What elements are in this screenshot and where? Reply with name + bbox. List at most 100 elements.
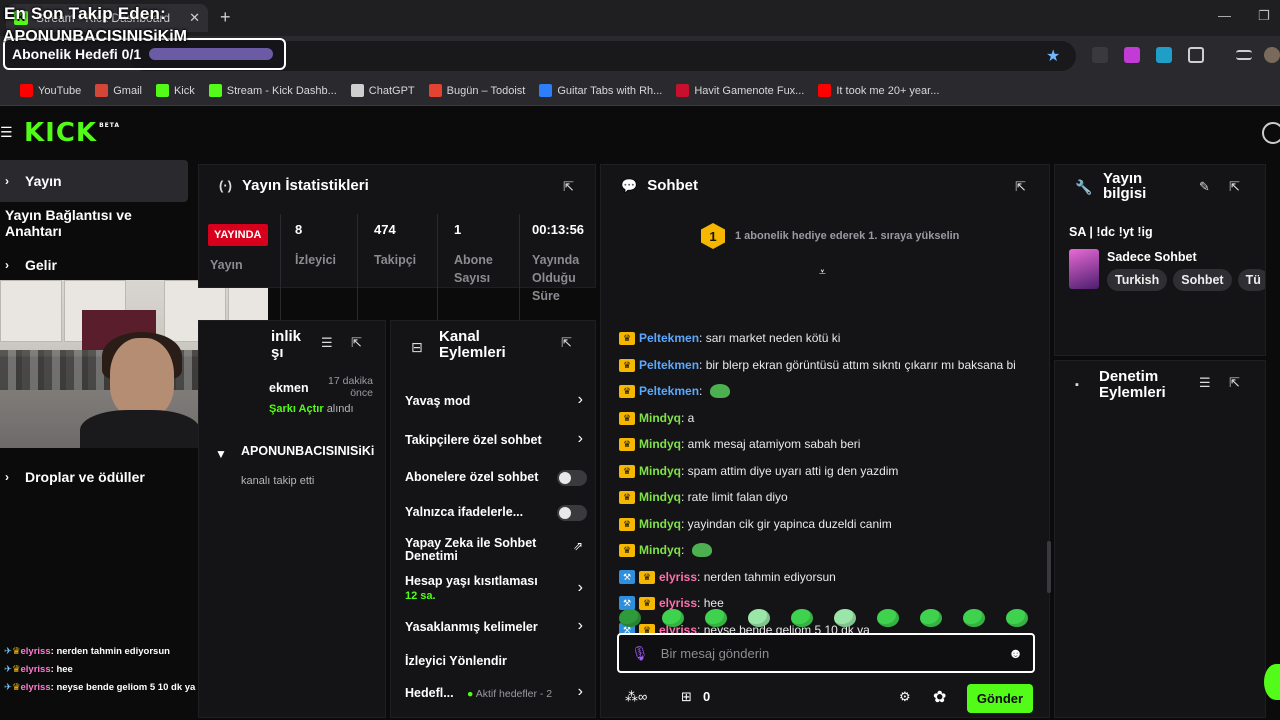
emote-button[interactable] — [662, 609, 684, 627]
chat-message[interactable]: ♛ Mindyq: — [619, 543, 712, 557]
user-avatar[interactable] — [1262, 122, 1280, 144]
close-tab-icon[interactable]: ✕ — [189, 10, 200, 26]
chat-message[interactable]: ⚒ ♛ elyriss: nerden tahmin ediyorsun — [619, 570, 836, 584]
chat-message[interactable]: ♛ Peltekmen: bir blerp ekran görüntüsü at… — [619, 358, 1016, 372]
chat-username[interactable]: Peltekmen — [639, 384, 699, 398]
chat-username[interactable]: Peltekmen — [639, 331, 699, 345]
users-icon[interactable]: ⁂∞ — [625, 689, 647, 705]
chevron-right-icon[interactable]: › — [578, 683, 583, 701]
chat-username[interactable]: Mindyq — [639, 517, 681, 531]
chat-username[interactable]: Peltekmen — [639, 358, 699, 372]
followers-only-row[interactable]: Takipçilere özel sohbet — [405, 434, 585, 447]
popout-icon[interactable]: ⇱ — [561, 335, 572, 351]
microphone-icon[interactable]: 🎙 — [631, 645, 649, 662]
chat-username[interactable]: Mindyq — [639, 464, 681, 478]
sidebar-item-drops[interactable]: › Droplar ve ödüller — [0, 456, 188, 498]
chat-message[interactable]: ♛ Peltekmen: — [619, 384, 730, 398]
chat-username[interactable]: elyriss — [659, 596, 697, 610]
stat-followers: 474 Takipçi — [360, 214, 438, 334]
new-tab-icon[interactable]: + — [220, 7, 231, 28]
emote-button[interactable] — [1006, 609, 1028, 627]
bookmark-item[interactable]: Guitar Tabs with Rh... — [539, 84, 662, 97]
extension-icon[interactable] — [1092, 47, 1108, 63]
emote-button[interactable] — [877, 609, 899, 627]
tag[interactable]: Turkish — [1107, 269, 1168, 291]
account-age-row[interactable]: Hesap yaşı kısıtlaması 12 sa. — [405, 575, 585, 603]
popout-icon[interactable]: ⇱ — [563, 179, 574, 195]
reading-list-icon[interactable] — [1236, 50, 1252, 60]
chat-text: hee — [703, 596, 724, 610]
kick-logo[interactable]: KICK BETA — [24, 118, 120, 148]
tag[interactable]: Sohbet — [1173, 269, 1232, 291]
chat-message[interactable]: ♛ Mindyq: amk mesaj atamiyom sabah beri — [619, 437, 860, 451]
chat-username[interactable]: Mindyq — [639, 411, 681, 425]
emote-button[interactable] — [705, 609, 727, 627]
bookmark-item[interactable]: Havit Gamenote Fux... — [676, 84, 804, 97]
popout-icon[interactable]: ⇱ — [1229, 179, 1240, 195]
sidebar-item-yayin[interactable]: › Yayın — [0, 160, 188, 202]
sidebar-item-stream-key[interactable]: Yayın Bağlantısı ve Anahtarı — [0, 202, 188, 244]
emote-picker-icon[interactable]: ✿ — [933, 687, 946, 707]
chevron-right-icon: › — [5, 174, 9, 188]
edit-pencil-icon[interactable]: ✎ — [1199, 179, 1210, 195]
chat-message[interactable]: ♛ Peltekmen: sarı market neden kötü ki — [619, 331, 840, 345]
extension-icon[interactable] — [1156, 47, 1172, 63]
chat-username[interactable]: Mindyq — [639, 490, 681, 504]
chat-input[interactable] — [660, 645, 1009, 661]
chat-message[interactable]: ♛ Mindyq: spam attim diye uyarı atti ig d… — [619, 464, 898, 478]
banned-words-row[interactable]: Yasaklanmış kelimeler — [405, 621, 585, 634]
emoji-icon[interactable]: ☻ — [1008, 645, 1023, 661]
filter-icon[interactable]: ☰ — [1199, 375, 1211, 391]
bookmark-item[interactable]: Stream - Kick Dashb... — [208, 84, 337, 97]
slow-mode-row[interactable]: Yavaş mod — [405, 395, 585, 408]
emote-button[interactable] — [748, 609, 770, 627]
floating-help-button[interactable] — [1264, 664, 1280, 700]
chat-message[interactable]: ⚒ ♛ elyriss: hee — [619, 596, 724, 610]
extensions-puzzle-icon[interactable] — [1188, 47, 1204, 63]
bookmark-item[interactable]: Gmail — [95, 84, 142, 97]
popout-icon[interactable]: ⇱ — [1229, 375, 1240, 391]
emote-button[interactable] — [963, 609, 985, 627]
popout-icon[interactable]: ⇱ — [1015, 179, 1026, 195]
minimize-icon[interactable]: — — [1218, 8, 1231, 23]
emote-button[interactable] — [920, 609, 942, 627]
popout-icon[interactable]: ⇱ — [351, 335, 362, 351]
emotes-only-toggle[interactable] — [557, 505, 587, 521]
chat-username[interactable]: elyriss — [659, 570, 697, 584]
bookmark-item[interactable]: It took me 20+ year... — [818, 84, 939, 97]
chevron-right-icon[interactable]: › — [578, 579, 583, 597]
extension-icon[interactable] — [1124, 47, 1140, 63]
chat-username[interactable]: Mindyq — [639, 437, 681, 451]
ai-moderation-row[interactable]: Yapay Zeka ile Sohbet Denetimi — [405, 537, 585, 563]
redirect-viewers-row[interactable]: İzleyici Yönlendir — [405, 655, 585, 668]
emote-button[interactable] — [791, 609, 813, 627]
emote-button[interactable] — [619, 609, 641, 627]
kicks-store-icon[interactable]: ⊞ — [681, 689, 692, 705]
send-button[interactable]: Gönder — [967, 684, 1033, 713]
bookmark-item[interactable]: ChatGPT — [350, 84, 415, 97]
bookmark-item[interactable]: YouTube — [20, 84, 81, 97]
subs-only-toggle[interactable] — [557, 470, 587, 486]
profile-avatar[interactable] — [1264, 47, 1280, 63]
chevron-right-icon[interactable]: › — [578, 617, 583, 635]
chat-message[interactable]: ♛ Mindyq: a — [619, 411, 694, 425]
menu-icon[interactable]: ☰ — [0, 124, 13, 141]
emote-button[interactable] — [834, 609, 856, 627]
goals-row[interactable]: Hedefl... — [405, 687, 465, 700]
bookmark-item[interactable]: Bugün – Todoist — [428, 84, 525, 97]
chevron-right-icon[interactable]: › — [578, 430, 583, 448]
maximize-icon[interactable]: ❐ — [1258, 8, 1270, 24]
bookmark-item[interactable]: Kick — [155, 84, 195, 97]
chevron-right-icon[interactable]: › — [578, 391, 583, 409]
bookmark-star-icon[interactable]: ★ — [1046, 46, 1060, 66]
pinned-toggle-icon[interactable]: ⩡ — [819, 265, 826, 280]
tag[interactable]: Tü — [1237, 269, 1265, 291]
chat-username[interactable]: Mindyq — [639, 543, 681, 557]
chat-scrollbar[interactable] — [1047, 541, 1051, 593]
settings-gear-icon[interactable]: ⚙ — [899, 689, 911, 705]
chat-message[interactable]: ♛ Mindyq: yayindan cik gir yapinca duzeld… — [619, 517, 892, 531]
filter-icon[interactable]: ☰ — [321, 335, 333, 351]
chat-message[interactable]: ♛ Mindyq: rate limit falan diyo — [619, 490, 788, 504]
gift-leaderboard-banner[interactable]: 1 1 abonelik hediye ederek 1. sıraya yük… — [701, 223, 959, 249]
external-link-icon[interactable]: ⇗ — [573, 539, 583, 553]
